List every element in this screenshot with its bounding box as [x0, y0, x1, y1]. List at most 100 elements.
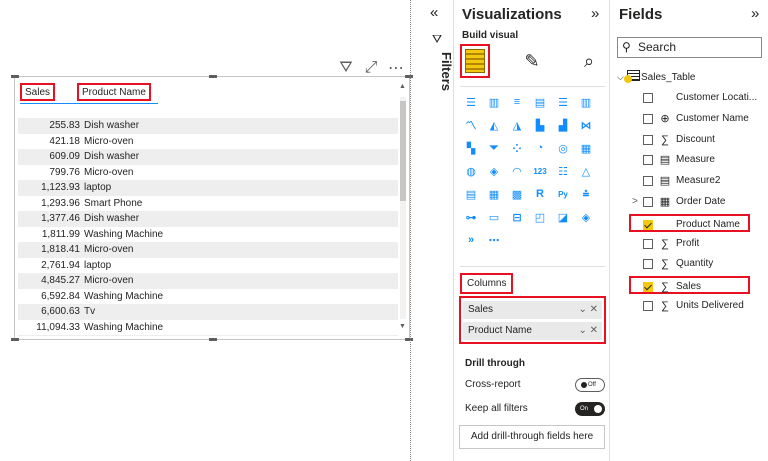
python-visual-icon[interactable]: Py [554, 185, 572, 203]
field-checkbox[interactable] [643, 282, 653, 293]
clustered-bar-chart-icon[interactable]: ≡ [508, 93, 526, 111]
resize-handle[interactable] [405, 75, 413, 78]
resize-handle[interactable] [209, 338, 217, 341]
field-checkbox[interactable] [643, 259, 653, 270]
field-checkbox[interactable] [643, 93, 653, 103]
100-stacked-bar-chart-icon[interactable]: ☰ [554, 93, 572, 111]
field-quantity[interactable]: ∑ Quantity [631, 255, 768, 273]
field-checkbox[interactable] [643, 219, 653, 230]
filled-map-icon[interactable]: ◈ [485, 162, 503, 180]
field-checkbox[interactable] [643, 197, 653, 207]
collapse-visualizations-icon[interactable]: » [591, 5, 599, 22]
scatter-chart-icon[interactable]: ⁘ [508, 139, 526, 157]
build-visual-tab[interactable] [460, 44, 490, 78]
pie-chart-icon[interactable]: ◔ [531, 139, 549, 157]
line-chart-icon[interactable]: 〽 [462, 116, 480, 134]
power-apps-icon[interactable]: ◪ [554, 208, 572, 226]
ribbon-chart-icon[interactable]: ⋈ [577, 116, 595, 134]
collapse-panes-icon[interactable]: « [430, 4, 438, 21]
stacked-area-chart-icon[interactable]: ◮ [508, 116, 526, 134]
column-header-product-name[interactable]: Product Name [77, 83, 151, 101]
format-visual-tab[interactable]: ✎ [517, 44, 547, 78]
field-checkbox[interactable] [643, 155, 653, 166]
table-row[interactable]: 1,123.93 laptop [18, 180, 398, 196]
scroll-down-icon[interactable]: ▼ [399, 323, 406, 330]
table-row[interactable]: 1,377.46 Dish washer [18, 211, 398, 227]
slicer-icon[interactable]: ▤ [462, 185, 480, 203]
matrix-icon[interactable]: ▩ [508, 185, 526, 203]
table-row[interactable]: 4,845.27 Micro-oven [18, 273, 398, 289]
table-row[interactable]: 6,592.84 Washing Machine [18, 289, 398, 305]
table-row[interactable]: 1,293.96 Smart Phone [18, 196, 398, 212]
clustered-column-chart-icon[interactable]: ▤ [531, 93, 549, 111]
gauge-icon[interactable]: ◠ [508, 162, 526, 180]
resize-handle[interactable] [405, 338, 413, 341]
table-row[interactable]: 421.18 Micro-oven [18, 134, 398, 150]
chevron-right-icon[interactable]: > [632, 193, 638, 211]
resize-handle[interactable] [11, 338, 19, 341]
r-visual-icon[interactable]: R [531, 185, 549, 203]
card-icon[interactable]: 123 [531, 162, 549, 180]
table-node-sales-table[interactable]: ⌵ Sales_Table [617, 70, 695, 84]
well-field-product-name[interactable]: Product Name ⌄ ✕ [463, 322, 602, 340]
paginated-report-icon[interactable]: ◰ [531, 208, 549, 226]
multi-row-card-icon[interactable]: ☷ [554, 162, 572, 180]
cross-report-toggle[interactable]: Off [575, 378, 605, 392]
smart-narrative-icon[interactable]: ⊟ [508, 208, 526, 226]
well-field-controls[interactable]: ⌄ ✕ [578, 322, 598, 340]
qa-icon[interactable]: ▭ [485, 208, 503, 226]
field-sales[interactable]: ∑ Sales [629, 276, 750, 295]
field-checkbox[interactable] [643, 134, 653, 145]
well-field-sales[interactable]: Sales ⌄ ✕ [463, 301, 602, 319]
scroll-up-icon[interactable]: ▲ [399, 83, 406, 90]
report-canvas[interactable]: ⛛ ⤢ ⋯ Sales Product Name 255.83 Dish washer… [0, 0, 414, 461]
stacked-column-chart-icon[interactable]: ▥ [485, 93, 503, 111]
field-customer-name[interactable]: ⊕ Customer Name [631, 110, 768, 128]
table-row[interactable]: 11,134.58 Washing Machine [18, 335, 398, 336]
field-measure[interactable]: ▤ Measure [631, 151, 768, 169]
donut-chart-icon[interactable]: ◎ [554, 139, 572, 157]
more-visuals-icon[interactable]: » [462, 231, 480, 249]
columns-well[interactable]: Sales ⌄ ✕ Product Name ⌄ ✕ [459, 296, 606, 344]
area-chart-icon[interactable]: ◭ [485, 116, 503, 134]
table-icon[interactable]: ▦ [485, 185, 503, 203]
field-customer-locati[interactable]: Customer Locati... [631, 89, 768, 107]
field-checkbox[interactable] [643, 113, 653, 124]
filter-icon[interactable]: ⛛ [338, 59, 354, 76]
field-profit[interactable]: ∑ Profit [631, 235, 768, 253]
field-order-date[interactable]: > ▦ Order Date [631, 193, 768, 211]
line-and-clustered-column-icon[interactable]: ▟ [554, 116, 572, 134]
collapse-fields-icon[interactable]: » [751, 5, 759, 22]
field-product-name[interactable]: Product Name [629, 213, 750, 232]
table-row[interactable]: 799.76 Micro-oven [18, 165, 398, 181]
field-discount[interactable]: ∑ Discount [631, 131, 768, 149]
table-scrollbar[interactable]: ▲ ▼ [398, 83, 407, 333]
table-row[interactable]: 6,600.63 Tv [18, 304, 398, 320]
field-checkbox[interactable] [643, 301, 653, 311]
scrollbar-thumb[interactable] [400, 101, 406, 201]
key-influencers-icon[interactable]: ⩮ [577, 185, 595, 203]
filters-pane-collapsed[interactable]: « ⛛ Filters [424, 0, 454, 461]
drill-through-drop-zone[interactable]: Add drill-through fields here [459, 425, 605, 449]
get-more-visuals-icon[interactable]: ⋯ [485, 231, 503, 249]
analytics-tab[interactable]: ⌕ [574, 44, 604, 78]
table-visual[interactable]: Sales Product Name 255.83 Dish washer 421.… [11, 75, 413, 341]
more-options-icon[interactable]: ⋯ [388, 60, 404, 77]
table-row[interactable]: 1,818.41 Micro-oven [18, 242, 398, 258]
power-automate-icon[interactable]: ◈ [577, 208, 595, 226]
field-checkbox[interactable] [643, 176, 653, 187]
table-row[interactable]: 255.83 Dish washer [18, 118, 398, 134]
decomposition-tree-icon[interactable]: ⊶ [462, 208, 480, 226]
line-and-column-chart-icon[interactable]: ▙ [531, 116, 549, 134]
filters-label[interactable]: Filters [439, 52, 454, 91]
funnel-chart-icon[interactable]: ⏷ [485, 139, 503, 157]
table-row[interactable]: 1,811.99 Washing Machine [18, 227, 398, 243]
keep-all-filters-toggle[interactable]: On [575, 402, 605, 416]
table-row[interactable]: 2,761.94 laptop [18, 258, 398, 274]
field-units-delivered[interactable]: ∑ Units Delivered [631, 297, 768, 315]
waterfall-chart-icon[interactable]: ▚ [462, 139, 480, 157]
focus-mode-icon[interactable]: ⤢ [363, 59, 379, 76]
fields-search-input[interactable]: ⚲ Search [617, 37, 762, 58]
resize-handle[interactable] [11, 75, 19, 78]
field-measure2[interactable]: ▤ Measure2 [631, 172, 768, 190]
